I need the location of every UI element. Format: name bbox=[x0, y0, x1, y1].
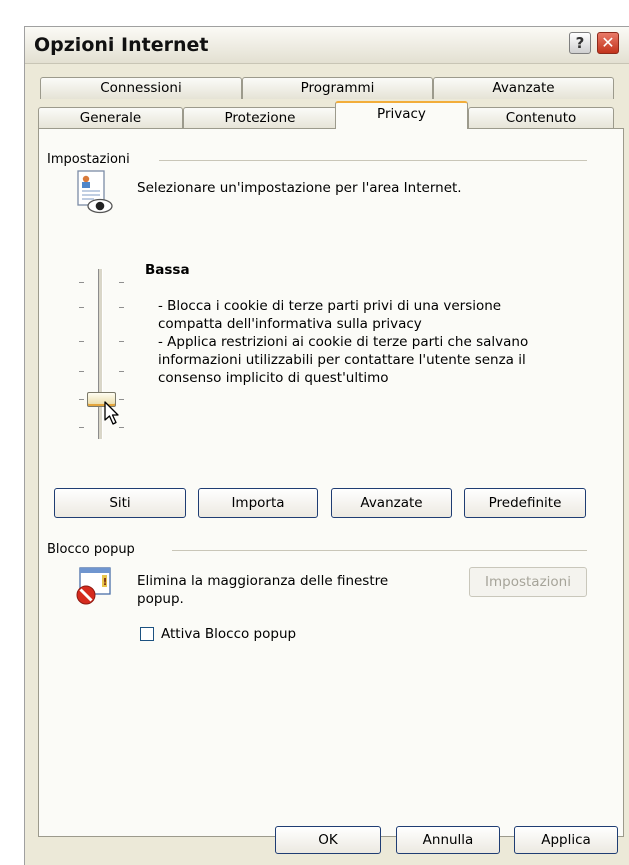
privacy-panel: Impostazioni Selezionare un'impostazione… bbox=[38, 128, 624, 837]
ok-button[interactable]: OK bbox=[275, 826, 381, 854]
mouse-pointer-icon bbox=[104, 401, 119, 425]
tab-protezione[interactable]: Protezione bbox=[183, 107, 337, 129]
tab-generale[interactable]: Generale bbox=[38, 107, 183, 129]
tab-programmi[interactable]: Programmi bbox=[242, 77, 433, 99]
tab-avanzate[interactable]: Avanzate bbox=[433, 77, 614, 99]
privacy-eye-icon bbox=[75, 169, 115, 215]
title-bar[interactable]: Opzioni Internet ? ✕ bbox=[25, 27, 629, 64]
window-title: Opzioni Internet bbox=[34, 34, 209, 56]
slider-track bbox=[98, 269, 103, 439]
popup-description: Elimina la maggioranza delle finestre po… bbox=[137, 573, 389, 607]
import-button[interactable]: Importa bbox=[198, 488, 318, 518]
popup-section-label: Blocco popup bbox=[47, 542, 135, 557]
tab-privacy[interactable]: Privacy bbox=[335, 101, 468, 129]
settings-intro-text: Selezionare un'impostazione per l'area I… bbox=[137, 180, 462, 196]
internet-options-dialog: Opzioni Internet ? ✕ Connessioni Program… bbox=[24, 26, 629, 865]
close-icon: ✕ bbox=[601, 33, 615, 52]
sites-button[interactable]: Siti bbox=[54, 488, 186, 518]
popup-blocker-checkbox-label[interactable]: Attiva Blocco popup bbox=[161, 626, 296, 642]
tab-connessioni[interactable]: Connessioni bbox=[40, 77, 242, 99]
svg-text:!: ! bbox=[103, 577, 108, 588]
apply-button[interactable]: Applica bbox=[514, 826, 618, 854]
privacy-level-slider[interactable] bbox=[79, 269, 129, 439]
privacy-level-title: Bassa bbox=[145, 262, 190, 278]
defaults-button[interactable]: Predefinite bbox=[464, 488, 586, 518]
settings-section-label: Impostazioni bbox=[47, 152, 130, 167]
cancel-button[interactable]: Annulla bbox=[396, 826, 500, 854]
popup-blocker-checkbox[interactable] bbox=[140, 627, 154, 641]
settings-divider bbox=[159, 160, 587, 161]
help-icon: ? bbox=[575, 34, 585, 52]
advanced-button[interactable]: Avanzate bbox=[331, 488, 452, 518]
popup-blocker-icon: ! bbox=[74, 566, 114, 606]
popup-settings-button[interactable]: Impostazioni bbox=[469, 567, 587, 597]
help-button[interactable]: ? bbox=[569, 32, 591, 54]
tab-contenuto[interactable]: Contenuto bbox=[468, 107, 614, 129]
privacy-level-description: - Blocca i cookie di terze parti privi d… bbox=[158, 298, 529, 386]
popup-divider bbox=[172, 550, 587, 551]
close-button[interactable]: ✕ bbox=[597, 32, 619, 54]
